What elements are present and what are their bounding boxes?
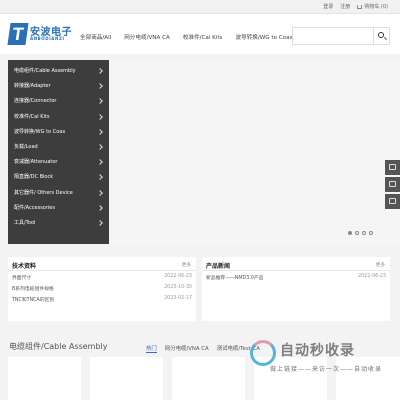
login-link[interactable]: 登录 (323, 3, 333, 10)
sidebar-item-label: 工具/Tool (14, 219, 36, 226)
panel-header: 技术资料 更多 (8, 257, 196, 271)
sidebar-item-wg-to-coax[interactable]: 波导转换/WG to Coax (8, 125, 109, 140)
search-button[interactable] (373, 28, 389, 44)
chat-icon (389, 164, 396, 170)
sidebar-item-label: 配件/Accessories (14, 204, 55, 211)
chevron-right-icon (97, 83, 103, 90)
item-title: B系列电缆组件规格 (12, 287, 54, 292)
watermark-text: 自动秒收录 (280, 343, 355, 359)
contact-button[interactable] (385, 160, 400, 175)
chevron-right-icon (97, 128, 103, 135)
list-item[interactable]: TNC和TNCA的区别 2023-02-17 (12, 293, 192, 304)
header: T 安波电子 ANBODIANZI 全部商品/All 网分电缆/VNA CA 校… (0, 14, 400, 54)
carousel-dot[interactable] (369, 231, 373, 235)
top-bar: 登录 注册 购物车 (0) (0, 0, 400, 14)
sidebar-item-connector[interactable]: 连接器/Connector (8, 94, 109, 109)
tab-hot[interactable]: 热门 (146, 344, 157, 353)
section-title: 电缆组件/Cable Assembly (9, 342, 108, 351)
watermark-overlay: 自动秒收录 做上链接——来访一次——自动收录 (250, 338, 395, 378)
item-date: 2022-06-23 (164, 274, 192, 279)
chevron-right-icon (97, 174, 103, 181)
panel-title: 产品新闻 (206, 263, 231, 270)
search-input[interactable] (293, 28, 373, 44)
phone-button[interactable] (385, 177, 400, 192)
carousel-dot[interactable] (355, 231, 359, 235)
section-tabs: 热门 网分电缆/VNA CA 测试电缆/Test CA (146, 344, 260, 353)
list-item[interactable]: B系列电缆组件规格 2023-10-30 (12, 282, 192, 293)
item-title: TNC和TNCA的区别 (12, 298, 55, 303)
product-card[interactable] (90, 357, 163, 400)
sidebar-item-adapter[interactable]: 转接器/Adapter (8, 79, 109, 94)
product-news-panel: 产品新闻 更多 新品推荐——NMD3.0产品 2022-06-23 (202, 257, 390, 321)
carousel-dot[interactable] (348, 231, 352, 235)
sidebar-item-label: 其它器件/ Others Device (14, 189, 73, 196)
chevron-right-icon (97, 159, 103, 165)
watermark-logo-icon (250, 340, 276, 366)
sidebar-item-attenuator[interactable]: 衰减器/Attenuator (8, 155, 109, 170)
main-nav: 全部商品/All 网分电缆/VNA CA 校准件/Cal Kits 波导转换/W… (80, 33, 293, 41)
product-card[interactable] (172, 357, 245, 400)
list-item[interactable]: 新品推荐——NMD3.0产品 2022-06-23 (206, 271, 386, 282)
logo-en: ANBODIANZI (30, 36, 65, 41)
floating-toolbar (385, 160, 400, 211)
sidebar-item-others-device[interactable]: 其它器件/ Others Device (8, 186, 109, 201)
sidebar-item-tool[interactable]: 工具/Tool (8, 216, 109, 231)
nav-item-wg-to-coax[interactable]: 波导转换/WG to Coax (235, 33, 292, 41)
sidebar-item-label: 电缆组件/Cable Assembly (14, 68, 76, 74)
chevron-right-icon (97, 144, 103, 150)
panel-title: 技术资料 (12, 263, 37, 270)
sidebar-item-dc-block[interactable]: 隔直器/DC Block (8, 170, 109, 185)
top-links: 登录 注册 购物车 (0) (323, 3, 388, 10)
chevron-right-icon (97, 220, 103, 226)
tab-vna-ca[interactable]: 网分电缆/VNA CA (165, 344, 209, 353)
sidebar-item-label: 转接器/Adapter (14, 83, 51, 90)
more-link[interactable]: 更多 (376, 262, 385, 268)
sidebar-item-label: 衰减器/Attenuator (14, 159, 58, 166)
chevron-right-icon (97, 113, 103, 120)
category-sidebar: 电缆组件/Cable Assembly 转接器/Adapter 连接器/Conn… (8, 60, 109, 244)
carousel-dots (348, 231, 373, 235)
sidebar-item-label: 校准件/Cal Kits (14, 113, 50, 120)
chevron-right-icon (97, 204, 103, 211)
sidebar-item-accessories[interactable]: 配件/Accessories (8, 201, 109, 216)
register-link[interactable]: 注册 (340, 3, 350, 10)
chevron-right-icon (97, 189, 103, 196)
cart-link[interactable]: 购物车 (0) (357, 3, 388, 10)
sidebar-item-load[interactable]: 负载/Load (8, 140, 109, 155)
panel-header: 产品新闻 更多 (202, 257, 390, 271)
sidebar-item-cal-kits[interactable]: 校准件/Cal Kits (8, 110, 109, 125)
sidebar-item-label: 负载/Load (14, 143, 38, 150)
logo-mark: T (7, 23, 29, 45)
qr-button[interactable] (385, 194, 400, 209)
sidebar-item-label: 隔直器/DC Block (14, 174, 54, 181)
item-date: 2022-06-23 (358, 274, 386, 279)
sidebar-item-label: 连接器/Connector (14, 98, 57, 105)
site-logo[interactable]: T 安波电子 ANBODIANZI (7, 23, 72, 47)
nav-item-all[interactable]: 全部商品/All (80, 33, 111, 41)
search-box (292, 27, 390, 45)
watermark-subtext: 做上链接——来访一次——自动收录 (270, 366, 383, 373)
sidebar-item-label: 波导转换/WG to Coax (14, 128, 66, 135)
item-date: 2023-02-17 (164, 296, 192, 301)
list-item[interactable]: 界面尺寸 2022-06-23 (12, 271, 192, 282)
phone-icon (389, 181, 396, 187)
chevron-right-icon (97, 98, 103, 105)
item-title: 界面尺寸 (12, 276, 32, 281)
product-card[interactable] (8, 357, 81, 400)
search-icon (378, 32, 384, 38)
item-date: 2023-10-30 (164, 285, 192, 290)
item-title: 新品推荐——NMD3.0产品 (206, 276, 264, 281)
more-link[interactable]: 更多 (182, 262, 191, 268)
cart-icon (357, 4, 363, 9)
cart-label: 购物车 (0) (364, 4, 388, 10)
sidebar-item-cable-assembly[interactable]: 电缆组件/Cable Assembly (8, 64, 109, 79)
nav-item-vna-ca[interactable]: 网分电缆/VNA CA (124, 33, 170, 41)
tech-docs-panel: 技术资料 更多 界面尺寸 2022-06-23 B系列电缆组件规格 2023-10-… (8, 257, 196, 321)
carousel-dot[interactable] (362, 231, 366, 235)
chevron-right-icon (97, 68, 103, 74)
nav-item-cal-kits[interactable]: 校准件/Cal Kits (183, 33, 223, 41)
qr-icon (389, 198, 396, 204)
